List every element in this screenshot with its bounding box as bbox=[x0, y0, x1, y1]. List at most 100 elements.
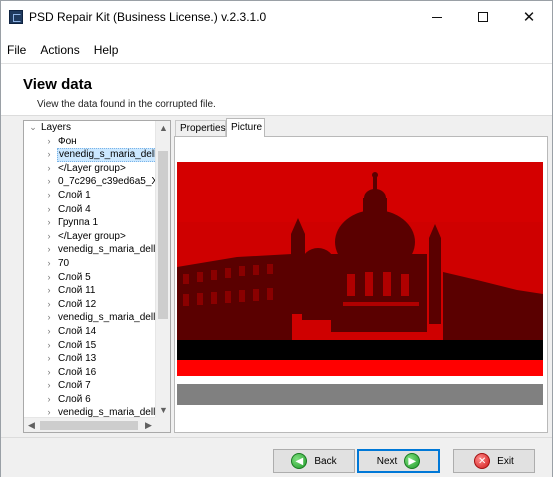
tree-item[interactable]: › 0_7c296_c39ed6a5_XL bbox=[24, 175, 164, 189]
page-title: View data bbox=[23, 76, 92, 93]
tree-item-label: Слой 7 bbox=[58, 380, 91, 392]
tab-picture[interactable]: Picture bbox=[226, 118, 265, 137]
preview-gray-bar bbox=[177, 384, 543, 405]
expand-chevron-icon[interactable]: › bbox=[44, 271, 54, 285]
expand-chevron-icon[interactable]: › bbox=[44, 175, 54, 189]
tree-list: ⌄ Layers › Фон › venedig_s_maria_della_ › </L… bbox=[24, 121, 170, 420]
tree-item-label: </Layer group> bbox=[58, 230, 126, 242]
tree-item-label: 70 bbox=[58, 257, 70, 269]
expand-chevron-icon[interactable]: › bbox=[44, 352, 54, 366]
tree-item[interactable]: › Группа 1 bbox=[24, 216, 156, 230]
menu-help[interactable]: Help bbox=[87, 41, 126, 59]
maximize-button[interactable] bbox=[460, 1, 506, 33]
window-title: PSD Repair Kit (Business License.) v.2.3… bbox=[29, 10, 267, 24]
minimize-button[interactable] bbox=[414, 1, 460, 33]
expand-chevron-icon[interactable]: › bbox=[44, 325, 54, 339]
expand-chevron-icon[interactable]: › bbox=[44, 257, 54, 271]
tree-item-label: Слой 11 bbox=[58, 285, 96, 297]
scroll-right-icon[interactable]: ▶ bbox=[141, 418, 156, 432]
app-window: PSD Repair Kit (Business License.) v.2.3… bbox=[0, 0, 553, 477]
back-button[interactable]: ◀ Back bbox=[273, 449, 355, 473]
tree-vertical-scrollbar[interactable]: ▲ ▼ bbox=[155, 121, 170, 418]
layers-tree[interactable]: ⌄ Layers › Фон › venedig_s_maria_della_ › </L… bbox=[23, 120, 171, 433]
expand-chevron-icon[interactable]: › bbox=[44, 284, 54, 298]
expand-chevron-icon[interactable]: › bbox=[44, 298, 54, 312]
expand-chevron-icon[interactable]: › bbox=[44, 203, 54, 217]
menu-actions[interactable]: Actions bbox=[33, 41, 86, 59]
tree-root-label: Layers bbox=[41, 122, 72, 133]
expand-chevron-icon[interactable]: › bbox=[44, 366, 54, 380]
tree-item[interactable]: › Слой 14 bbox=[24, 325, 156, 339]
close-icon: ✕ bbox=[522, 9, 536, 26]
expand-chevron-icon[interactable]: › bbox=[44, 135, 54, 149]
collapse-icon[interactable]: ⌄ bbox=[28, 121, 38, 135]
expand-chevron-icon[interactable]: › bbox=[44, 189, 54, 203]
scroll-up-icon[interactable]: ▲ bbox=[156, 121, 170, 136]
expand-chevron-icon[interactable]: › bbox=[44, 379, 54, 393]
tree-item[interactable]: › 70 bbox=[24, 257, 156, 271]
tree-item[interactable]: › venedig_s_maria_della_ bbox=[24, 148, 170, 162]
next-button[interactable]: Next ▶ bbox=[357, 449, 440, 473]
tab-properties[interactable]: Properties bbox=[175, 120, 226, 136]
tree-item-label: Слой 15 bbox=[58, 339, 97, 351]
tree-item-label: Слой 13 bbox=[58, 353, 97, 365]
expand-chevron-icon[interactable]: › bbox=[44, 339, 54, 353]
scroll-thumb-horizontal[interactable] bbox=[40, 421, 138, 430]
tree-item-label: Слой 5 bbox=[58, 271, 91, 283]
back-button-label: Back bbox=[314, 455, 337, 467]
tree-item[interactable]: › Слой 16 bbox=[24, 366, 156, 380]
tree-item-label: Слой 1 bbox=[58, 189, 91, 201]
tree-item[interactable]: › Фон bbox=[24, 135, 156, 149]
scroll-left-icon[interactable]: ◀ bbox=[24, 418, 39, 432]
tree-item[interactable]: › venedig_s_maria_della_ bbox=[24, 311, 167, 325]
tree-item-label: venedig_s_maria_della_ bbox=[57, 148, 170, 162]
expand-chevron-icon[interactable]: › bbox=[44, 148, 54, 162]
exit-button[interactable]: ✕ Exit bbox=[453, 449, 535, 473]
tree-item-label: 0_7c296_c39ed6a5_XL bbox=[58, 176, 164, 188]
tree-horizontal-scrollbar[interactable]: ◀ ▶ bbox=[24, 417, 156, 432]
minimize-icon bbox=[432, 16, 442, 18]
tree-item[interactable]: › Слой 6 bbox=[24, 393, 156, 407]
tree-item-label: </Layer group> bbox=[58, 162, 126, 174]
page-header: View data View the data found in the cor… bbox=[1, 63, 552, 115]
tree-item[interactable]: › Слой 1 bbox=[24, 189, 156, 203]
app-logo-icon bbox=[9, 10, 23, 24]
title-bar[interactable]: PSD Repair Kit (Business License.) v.2.3… bbox=[1, 1, 552, 33]
expand-chevron-icon[interactable]: › bbox=[44, 230, 54, 244]
expand-chevron-icon[interactable]: › bbox=[44, 393, 54, 407]
tree-item-label: Слой 4 bbox=[58, 203, 91, 215]
tree-item-label: venedig_s_maria_della_ bbox=[58, 244, 167, 256]
scroll-corner bbox=[155, 417, 170, 432]
scroll-thumb[interactable] bbox=[158, 151, 168, 319]
menu-bar: File Actions Help bbox=[1, 41, 552, 59]
tree-item-label: Группа 1 bbox=[58, 217, 99, 229]
tree-root-layers[interactable]: ⌄ Layers bbox=[24, 121, 156, 135]
tree-item[interactable]: › Слой 12 bbox=[24, 298, 156, 312]
menu-file[interactable]: File bbox=[1, 41, 33, 59]
tree-item[interactable]: › Слой 5 bbox=[24, 271, 156, 285]
expand-chevron-icon[interactable]: › bbox=[44, 162, 54, 176]
expand-chevron-icon[interactable]: › bbox=[44, 243, 54, 257]
tree-item[interactable]: › Слой 4 bbox=[24, 203, 156, 217]
back-arrow-icon: ◀ bbox=[291, 453, 308, 469]
expand-chevron-icon[interactable]: › bbox=[44, 311, 54, 325]
exit-button-label: Exit bbox=[497, 455, 514, 467]
tree-item[interactable]: › Слой 13 bbox=[24, 352, 156, 366]
tree-item[interactable]: › Слой 7 bbox=[24, 379, 156, 393]
preview-image bbox=[177, 162, 543, 376]
tree-item[interactable]: › Слой 15 bbox=[24, 339, 156, 353]
tree-item[interactable]: › venedig_s_maria_della_ bbox=[24, 243, 167, 257]
tree-item-label: Слой 6 bbox=[58, 393, 91, 405]
tree-item-label: Слой 16 bbox=[58, 366, 97, 378]
tree-item[interactable]: › </Layer group> bbox=[24, 230, 156, 244]
scroll-down-icon[interactable]: ▼ bbox=[156, 403, 170, 418]
tree-item-label: venedig_s_maria_della_ bbox=[58, 312, 167, 324]
expand-chevron-icon[interactable]: › bbox=[44, 216, 54, 230]
next-button-label: Next bbox=[376, 455, 398, 467]
exit-icon: ✕ bbox=[474, 453, 491, 469]
picture-preview-panel bbox=[174, 136, 548, 433]
tree-item[interactable]: › Слой 11 bbox=[24, 284, 156, 298]
tree-item-label: Слой 12 bbox=[58, 298, 97, 310]
close-button[interactable]: ✕ bbox=[506, 1, 552, 33]
tree-item[interactable]: › </Layer group> bbox=[24, 162, 156, 176]
